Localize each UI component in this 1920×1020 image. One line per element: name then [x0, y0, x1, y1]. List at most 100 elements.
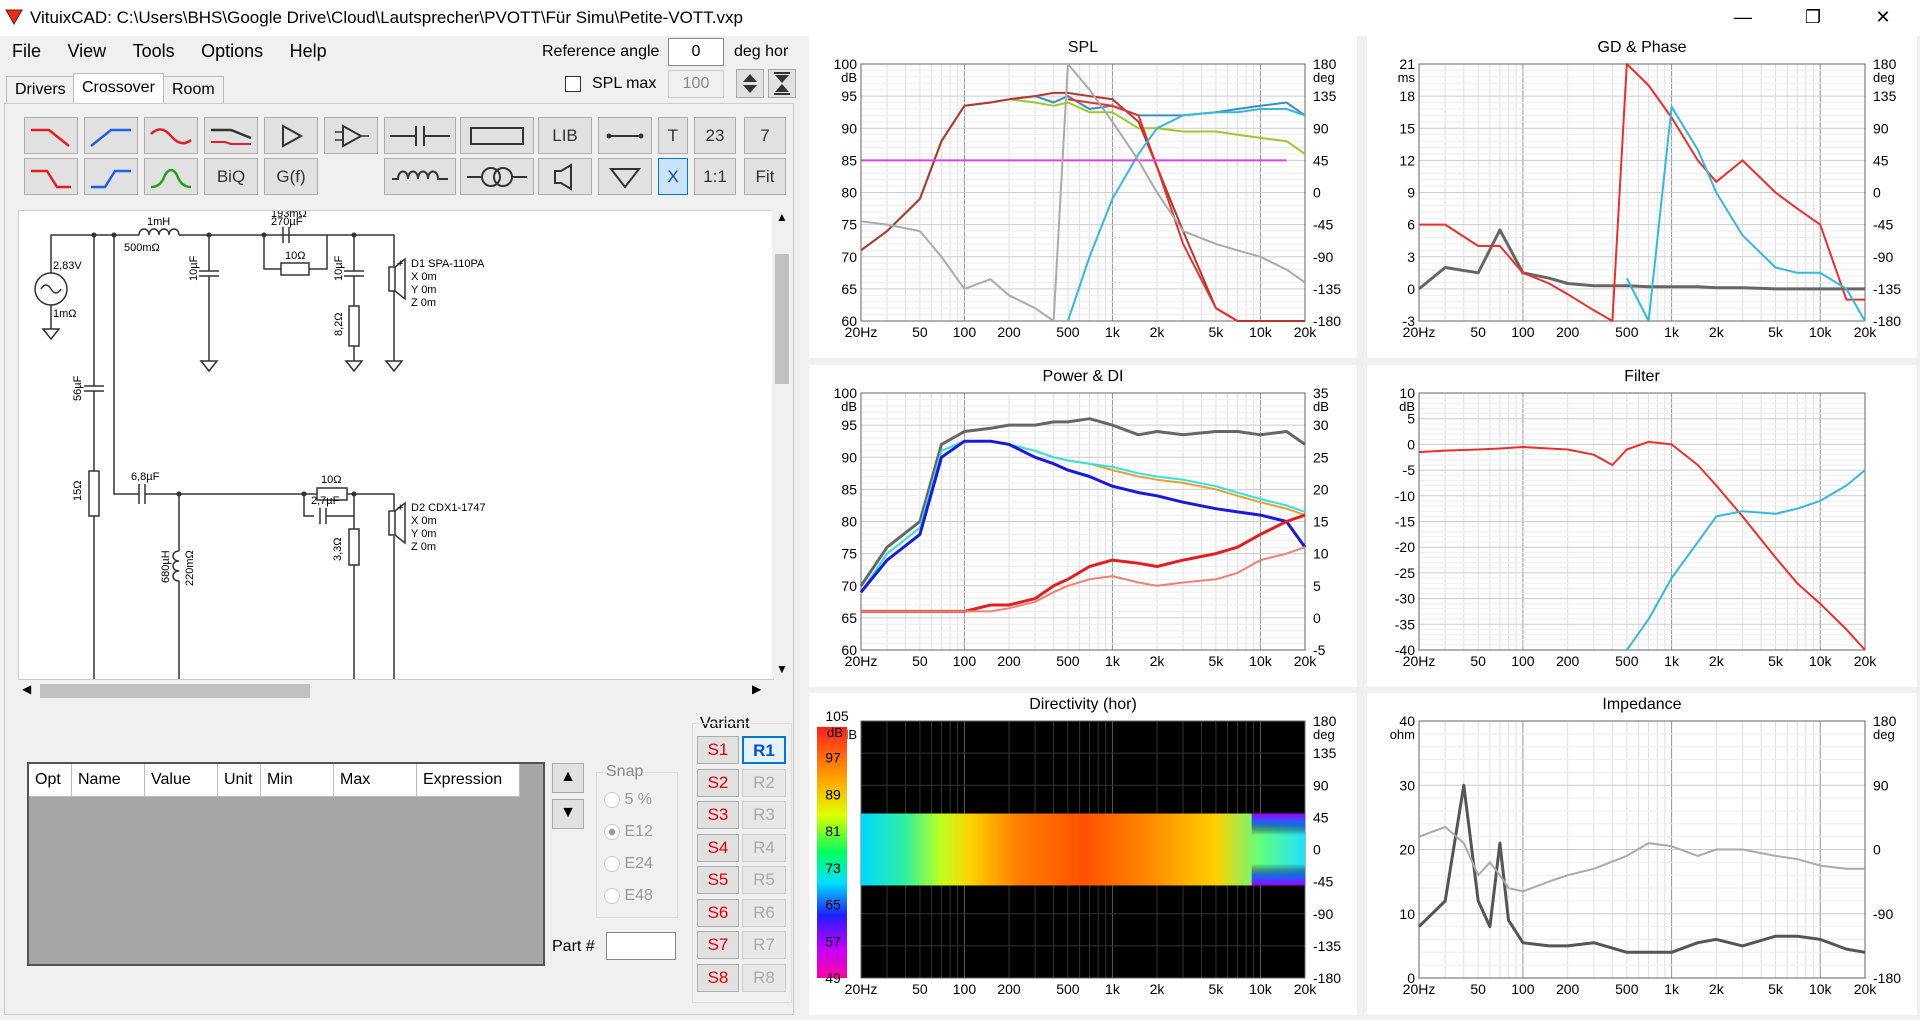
- restore-button[interactable]: ❐: [1790, 2, 1836, 32]
- transfer-function-button[interactable]: G(f): [264, 158, 318, 195]
- lowpass-1st-button[interactable]: [24, 117, 78, 154]
- variant-s6-button[interactable]: S6: [697, 898, 739, 927]
- scroll-right-icon[interactable]: ▶: [752, 682, 761, 696]
- variant-r1-button[interactable]: R1: [742, 736, 786, 764]
- bandpass-icon: [150, 168, 192, 188]
- schematic-canvas[interactable]: 2,83V 1mΩ 1mH 500mΩ 193mΩ 270µF 10Ω 10µF…: [18, 210, 774, 680]
- variant-r5-button[interactable]: R5: [742, 866, 786, 894]
- col-unit[interactable]: Unit: [217, 764, 261, 797]
- snap-option-e24[interactable]: E24: [604, 855, 653, 873]
- variant-r8-button[interactable]: R8: [742, 963, 786, 992]
- zoom-fit-button[interactable]: Fit: [744, 158, 786, 195]
- chart-power-di[interactable]: Power & DI 20Hz 50 100 200 500 1k 2k 5k 10k 20k 100…: [809, 365, 1357, 687]
- ground-button[interactable]: [598, 158, 652, 195]
- transformer-button[interactable]: [460, 158, 534, 195]
- bandpass-button[interactable]: [144, 158, 198, 195]
- snap-option-5pct[interactable]: 5 %: [604, 791, 652, 809]
- directivity-heatmap-band: [861, 813, 1305, 886]
- col-expression[interactable]: Expression: [416, 764, 520, 797]
- optimizer-table[interactable]: Opt Name Value Unit Min Max Expression: [27, 762, 545, 966]
- font-size-button[interactable]: 23: [694, 117, 736, 154]
- variant-s4-button[interactable]: S4: [697, 833, 739, 862]
- part-number-input[interactable]: [606, 932, 676, 960]
- speaker-button[interactable]: [538, 158, 592, 195]
- delete-x-button[interactable]: X: [658, 158, 688, 195]
- text-button[interactable]: T: [658, 117, 688, 154]
- variant-s1-button[interactable]: S1: [697, 736, 739, 764]
- variant-s5-button[interactable]: S5: [697, 866, 739, 894]
- chart-spl[interactable]: SPL 20Hz 50 100 200 500 1k 2k 5k 10k 20k 100 95 90 85 8…: [809, 36, 1357, 358]
- move-up-button[interactable]: ▲: [552, 763, 584, 793]
- opamp-button[interactable]: [324, 117, 378, 154]
- chart-filter[interactable]: Filter 20Hz 50 100 200 500 1k 2k 5k 10k 20k 10 5 0 -5-…: [1367, 365, 1917, 687]
- biquad-button[interactable]: BiQ: [204, 158, 258, 195]
- variant-r2-button[interactable]: R2: [742, 768, 786, 797]
- variant-s7-button[interactable]: S7: [697, 931, 739, 959]
- tab-drivers[interactable]: Drivers: [6, 76, 75, 103]
- splmax-input[interactable]: 100: [668, 70, 724, 98]
- c2-label: 10µF: [333, 255, 345, 281]
- schematic-horizontal-scrollbar[interactable]: ◀ ▶: [18, 680, 772, 702]
- col-name[interactable]: Name: [71, 764, 145, 797]
- library-button[interactable]: LIB: [538, 117, 592, 154]
- col-value[interactable]: Value: [144, 764, 218, 797]
- variant-s2-button[interactable]: S2: [697, 768, 739, 797]
- zoom-1to1-button[interactable]: 1:1: [694, 158, 736, 195]
- scroll-up-icon[interactable]: ▲: [776, 210, 788, 224]
- chart-directivity-hor[interactable]: Directivity (hor) 20Hz 50 100 200 500 1k 2k 5k 10…: [809, 693, 1357, 1015]
- variant-r3-button[interactable]: R3: [742, 801, 786, 829]
- inductor-button[interactable]: [384, 158, 456, 195]
- notch-red-button[interactable]: [144, 117, 198, 154]
- highpass-1st-button[interactable]: [84, 117, 138, 154]
- menu-file[interactable]: File: [2, 37, 51, 62]
- menu-view[interactable]: View: [57, 37, 116, 62]
- y-tick-label: 6: [1407, 217, 1415, 233]
- d1-plus: +: [397, 258, 403, 270]
- grid-size-button[interactable]: 7: [744, 117, 786, 154]
- amplifier-button[interactable]: [264, 117, 318, 154]
- scroll-left-icon[interactable]: ◀: [22, 682, 31, 696]
- x-tick-label: 200: [997, 324, 1021, 340]
- y-tick-label: 75: [841, 217, 857, 233]
- splmax-checkbox[interactable]: [565, 76, 581, 92]
- shelf-button[interactable]: [204, 117, 258, 154]
- tab-crossover[interactable]: Crossover: [73, 73, 164, 104]
- lowpass-2nd-button[interactable]: [24, 158, 78, 195]
- resistor-icon: [470, 126, 524, 145]
- x-tick-label: 1k: [1105, 981, 1121, 997]
- variant-r6-button[interactable]: R6: [742, 898, 786, 927]
- schematic-vertical-scrollbar[interactable]: ▲ ▼: [772, 210, 792, 678]
- spl-fit-button[interactable]: [768, 69, 796, 98]
- resistor-button[interactable]: [460, 117, 534, 154]
- variant-s8-button[interactable]: S8: [697, 963, 739, 992]
- variant-s3-button[interactable]: S3: [697, 801, 739, 829]
- lowpass-icon: [31, 128, 70, 147]
- scroll-down-icon[interactable]: ▼: [776, 662, 788, 676]
- col-opt[interactable]: Opt: [29, 764, 72, 797]
- wire-button[interactable]: [598, 117, 652, 154]
- close-button[interactable]: ✕: [1860, 2, 1906, 32]
- vertical-scroll-thumb[interactable]: [775, 254, 789, 384]
- x-tick-label: 50: [1470, 981, 1486, 997]
- capacitor-button[interactable]: [384, 117, 456, 154]
- variant-r7-button[interactable]: R7: [742, 931, 786, 959]
- y2-tick-label: 0: [1313, 610, 1321, 626]
- col-max[interactable]: Max: [333, 764, 417, 797]
- menu-tools[interactable]: Tools: [123, 37, 185, 62]
- highpass-2nd-button[interactable]: [84, 158, 138, 195]
- col-min[interactable]: Min: [260, 764, 334, 797]
- menu-options[interactable]: Options: [191, 37, 273, 62]
- minimize-button[interactable]: —: [1720, 2, 1766, 32]
- spl-up-down-button[interactable]: [736, 69, 764, 98]
- snap-option-e48[interactable]: E48: [604, 887, 653, 905]
- tab-room[interactable]: Room: [163, 76, 224, 103]
- variant-r4-button[interactable]: R4: [742, 833, 786, 862]
- menu-help[interactable]: Help: [280, 37, 337, 62]
- snap-option-e12[interactable]: E12: [604, 823, 653, 841]
- reference-angle-input[interactable]: 0: [668, 38, 724, 66]
- horizontal-scroll-thumb[interactable]: [40, 684, 310, 698]
- chart-gd-phase[interactable]: GD & Phase 20Hz 50 100 200 500 1k 2k 5k 10k 20k 21 1…: [1367, 36, 1917, 358]
- chart-impedance[interactable]: Impedance 20Hz 50 100 200 500 1k 2k 5k 10k 20k 40 30…: [1367, 693, 1917, 1015]
- x-tick-label: 10k: [1249, 324, 1273, 340]
- move-down-button[interactable]: ▼: [552, 799, 584, 829]
